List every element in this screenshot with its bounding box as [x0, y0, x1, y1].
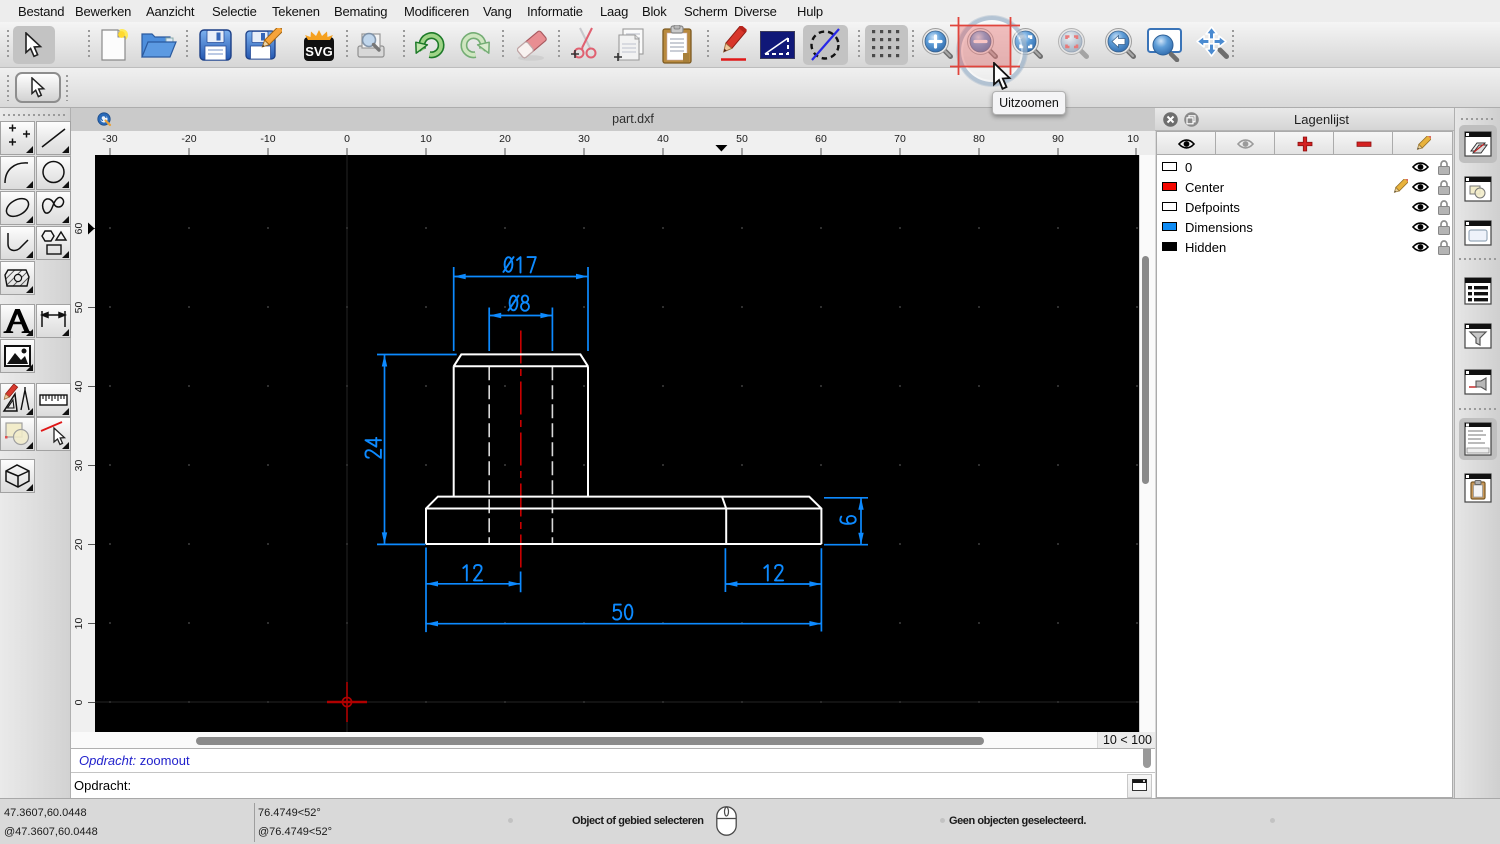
svg-text:50: 50: [73, 302, 85, 314]
svg-text:90: 90: [1052, 133, 1064, 145]
svg-text:80: 80: [973, 133, 985, 145]
svg-text:50: 50: [736, 133, 748, 145]
svg-text:60: 60: [815, 133, 827, 145]
svg-text:-30: -30: [102, 133, 117, 145]
svg-text:30: 30: [578, 133, 590, 145]
svg-text:30: 30: [73, 460, 85, 472]
svg-text:-10: -10: [260, 133, 275, 145]
svg-text:40: 40: [657, 133, 669, 145]
svg-text:SVG: SVG: [305, 44, 332, 59]
svg-text:10: 10: [420, 133, 432, 145]
svg-text:10: 10: [73, 618, 85, 630]
svg-text:0: 0: [344, 133, 350, 145]
svg-text:40: 40: [73, 381, 85, 393]
svg-text:100: 100: [1127, 133, 1139, 145]
svg-text:0: 0: [73, 699, 85, 705]
svg-text:70: 70: [894, 133, 906, 145]
svg-text:-20: -20: [181, 133, 196, 145]
svg-text:20: 20: [73, 539, 85, 551]
svg-text:60: 60: [73, 223, 85, 235]
svg-text:20: 20: [499, 133, 511, 145]
